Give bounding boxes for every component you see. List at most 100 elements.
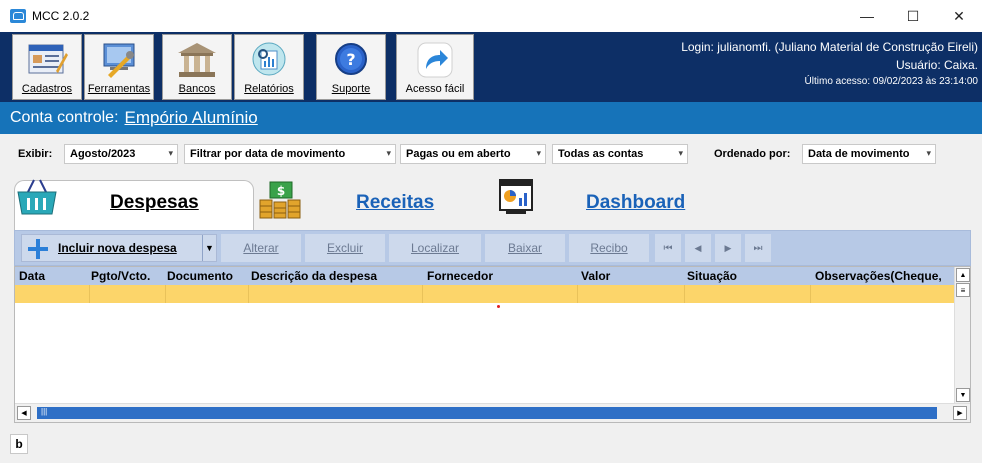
alterar-label: Alterar [243,241,279,255]
last-icon: ⏭ [753,242,763,254]
svg-text:?: ? [346,50,355,69]
periodo-select[interactable]: Agosto/2023 ▾ [64,144,178,164]
chevron-down-icon: ▾ [536,148,541,158]
col-observacoes[interactable]: Observações(Cheque, [815,269,942,283]
help-icon: ? [330,41,372,79]
status-badge[interactable]: b [10,434,28,454]
cell-divider [684,285,685,303]
cell-divider [248,285,249,303]
cell-divider [422,285,423,303]
localizar-button[interactable]: Localizar [389,234,481,262]
ordenado-label: Ordenado por: [714,148,791,160]
scroll-left-icon[interactable]: ◀ [17,406,31,420]
baixar-button[interactable]: Baixar [485,234,565,262]
status-select[interactable]: Pagas ou em aberto ▾ [400,144,546,164]
filtro-value: Filtrar por data de movimento [190,148,346,160]
filter-row: Exibir: Agosto/2023 ▾ Filtrar por data de… [0,134,982,172]
cell-divider [810,285,811,303]
col-valor[interactable]: Valor [581,269,610,283]
horizontal-scrollbar[interactable]: ◀ ||| ▶ [15,403,970,422]
title-bar: MCC 2.0.2 — ☐ ✕ [0,0,982,32]
next-record-button[interactable]: ▶ [715,234,741,262]
table-row[interactable] [15,285,955,303]
incluir-despesa-button[interactable]: Incluir nova despesa ▼ [21,234,217,262]
acesso-facil-button[interactable]: Acesso fácil [396,34,474,100]
conta-controle-value[interactable]: Empório Alumínio [125,108,258,128]
col-fornecedor[interactable]: Fornecedor [427,269,493,283]
cell-divider [577,285,578,303]
cell-divider [89,285,90,303]
chevron-down-icon: ▾ [926,148,931,158]
excluir-button[interactable]: Excluir [305,234,385,262]
first-icon: ⏮ [663,242,673,254]
login-role: Usuário: Caixa. [895,58,978,72]
localizar-label: Localizar [410,241,460,255]
contas-value: Todas as contas [558,148,644,160]
tab-dashboard-label[interactable]: Dashboard [586,192,685,214]
recibo-button[interactable]: Recibo [569,234,649,262]
chevron-down-icon[interactable]: ▼ [202,235,216,261]
periodo-value: Agosto/2023 [70,148,136,160]
contas-select[interactable]: Todas as contas ▾ [552,144,688,164]
chevron-down-icon: ▾ [386,148,391,158]
incluir-despesa-label: Incluir nova despesa [58,241,177,255]
ferramentas-button[interactable]: Ferramentas [84,34,154,100]
window-title: MCC 2.0.2 [32,9,90,23]
col-documento[interactable]: Documento [167,269,233,283]
first-record-button[interactable]: ⏮ [655,234,681,262]
prev-record-button[interactable]: ◀ [685,234,711,262]
window-controls: — ☐ ✕ [844,0,982,32]
prev-icon: ◀ [694,242,702,253]
col-pgto-vcto[interactable]: Pgto/Vcto. [91,269,150,283]
conta-controle-bar: Conta controle: Empório Alumínio [0,102,982,134]
bancos-button[interactable]: Bancos [162,34,232,100]
action-toolbar: Incluir nova despesa ▼ Alterar Excluir L… [14,230,971,266]
col-data[interactable]: Data [19,269,45,283]
acesso-facil-label: Acesso fácil [405,83,465,95]
suporte-button[interactable]: ? Suporte [316,34,386,100]
despesas-grid[interactable]: Data Pgto/Vcto. Documento Descrição da d… [14,266,971,423]
tab-despesas-label[interactable]: Despesas [110,192,199,214]
add-icon [28,239,50,259]
col-situacao[interactable]: Situação [687,269,737,283]
tab-receitas-label[interactable]: Receitas [356,192,434,214]
baixar-label: Baixar [507,241,542,255]
col-descricao[interactable]: Descrição da despesa [251,269,377,283]
alterar-button[interactable]: Alterar [221,234,301,262]
marker-dot [497,305,500,308]
cadastros-icon [26,41,68,79]
scroll-grip: ||| [41,407,48,416]
maximize-button[interactable]: ☐ [890,0,936,32]
ordenacao-select[interactable]: Data de movimento ▾ [802,144,936,164]
relatorios-label: Relatórios [244,83,294,95]
tabs-row: Despesas $ Receitas Dashboard [0,172,982,232]
relatorios-button[interactable]: Relatórios [234,34,304,100]
scroll-right-icon[interactable]: ▶ [953,406,967,420]
report-icon [248,41,290,79]
bancos-label: Bancos [178,83,216,95]
login-info: Login: julianomfi. (Juliano Material de … [681,38,978,90]
vertical-scrollbar[interactable]: ▲ ≡ ▼ [954,267,970,405]
cadastros-button[interactable]: Cadastros [12,34,82,100]
dashboard-icon [498,178,534,219]
ferramentas-icon [98,41,140,79]
exibir-label: Exibir: [18,148,53,160]
last-access: Último acesso: 09/02/2023 às 23:14:00 [804,76,978,87]
minimize-button[interactable]: — [844,0,890,32]
next-icon: ▶ [724,242,732,253]
grid-header: Data Pgto/Vcto. Documento Descrição da d… [15,267,955,285]
scroll-up-icon[interactable]: ▲ [956,268,970,282]
scroll-down-icon[interactable]: ▼ [956,388,970,402]
suporte-label: Suporte [331,83,371,95]
share-arrow-icon [414,41,456,79]
scroll-thumb-vertical[interactable]: ≡ [956,283,970,297]
last-record-button[interactable]: ⏭ [745,234,771,262]
app-icon [10,9,26,23]
status-value: Pagas ou em aberto [406,148,511,160]
excluir-label: Excluir [326,241,363,255]
login-user: Login: julianomfi. (Juliano Material de … [681,40,978,54]
close-button[interactable]: ✕ [936,0,982,32]
filtro-data-select[interactable]: Filtrar por data de movimento ▾ [184,144,396,164]
scroll-thumb-horizontal[interactable]: ||| [37,407,937,419]
svg-text:$: $ [277,184,285,198]
